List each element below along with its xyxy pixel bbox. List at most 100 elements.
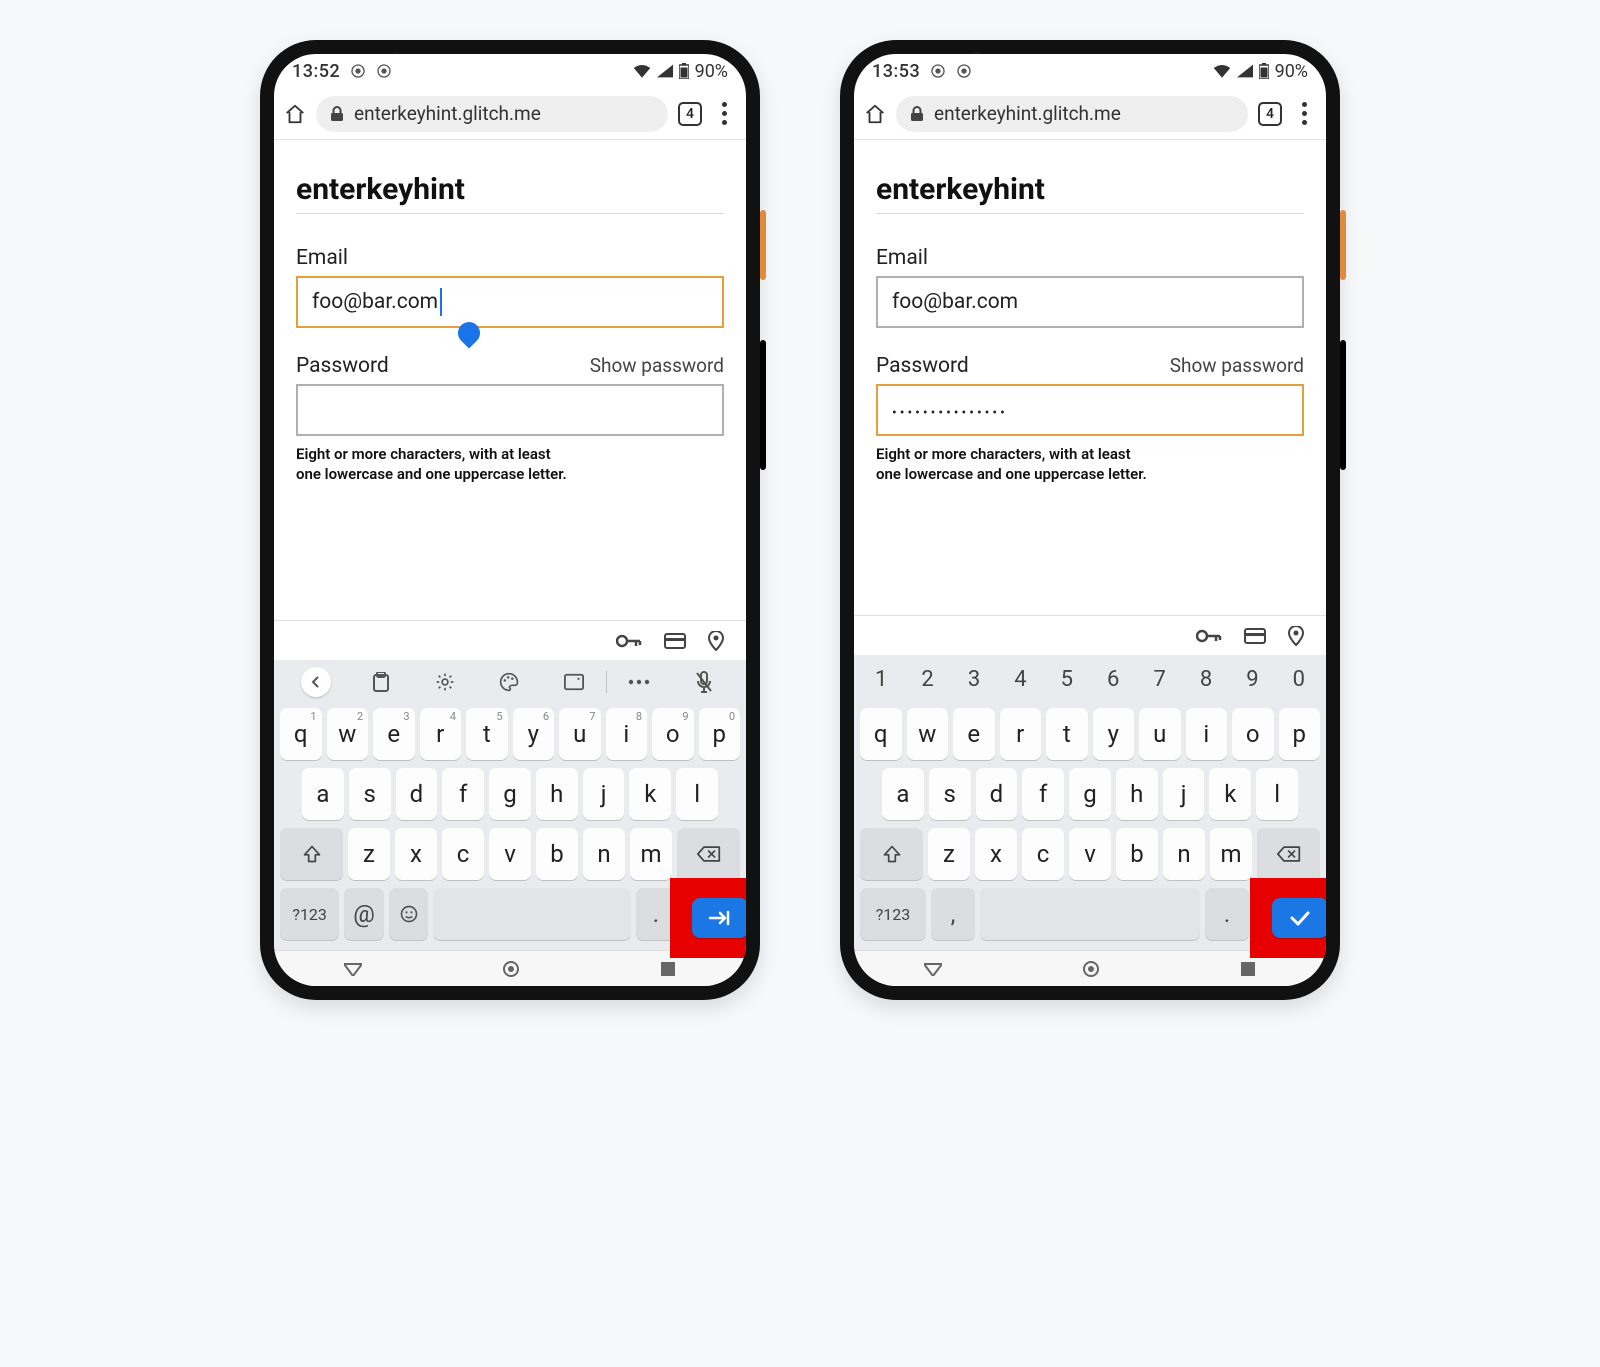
power-button[interactable] bbox=[760, 210, 766, 280]
key-c[interactable]: c bbox=[1022, 828, 1064, 880]
key-p[interactable]: p0 bbox=[699, 708, 741, 760]
gear-icon[interactable] bbox=[413, 672, 477, 692]
key-e[interactable]: e bbox=[953, 708, 995, 760]
symbols-key[interactable]: ?123 bbox=[860, 888, 926, 940]
backspace-key[interactable] bbox=[677, 828, 740, 880]
address-bar[interactable]: enterkeyhint.glitch.me bbox=[316, 96, 668, 132]
address-bar[interactable]: enterkeyhint.glitch.me bbox=[896, 96, 1248, 132]
key-j[interactable]: j bbox=[583, 768, 625, 820]
key-j[interactable]: j bbox=[1163, 768, 1205, 820]
overflow-menu-icon[interactable] bbox=[1292, 102, 1316, 125]
key-u[interactable]: u7 bbox=[559, 708, 601, 760]
email-input[interactable]: foo@bar.com bbox=[296, 276, 724, 328]
key-f[interactable]: f bbox=[1022, 768, 1064, 820]
show-password-toggle[interactable]: Show password bbox=[590, 354, 724, 377]
nav-recent-icon[interactable] bbox=[1240, 961, 1256, 977]
nav-home-icon[interactable] bbox=[502, 960, 520, 978]
key-o[interactable]: o bbox=[1232, 708, 1274, 760]
gif-icon[interactable] bbox=[542, 673, 606, 691]
key-d[interactable]: d bbox=[976, 768, 1018, 820]
key-r[interactable]: r4 bbox=[420, 708, 462, 760]
numkey-5[interactable]: 5 bbox=[1044, 659, 1090, 700]
password-key-icon[interactable] bbox=[616, 633, 642, 649]
mic-off-icon[interactable] bbox=[672, 671, 736, 693]
more-icon[interactable] bbox=[607, 679, 671, 685]
key-f[interactable]: f bbox=[442, 768, 484, 820]
location-pin-icon[interactable] bbox=[1288, 626, 1304, 646]
key-g[interactable]: g bbox=[1069, 768, 1111, 820]
key-v[interactable]: v bbox=[489, 828, 531, 880]
key-v[interactable]: v bbox=[1069, 828, 1111, 880]
key-q[interactable]: q1 bbox=[280, 708, 322, 760]
key-d[interactable]: d bbox=[396, 768, 438, 820]
key-i[interactable]: i8 bbox=[606, 708, 648, 760]
key-s[interactable]: s bbox=[349, 768, 391, 820]
key-h[interactable]: h bbox=[1116, 768, 1158, 820]
numkey-9[interactable]: 9 bbox=[1229, 659, 1275, 700]
numkey-1[interactable]: 1 bbox=[858, 659, 904, 700]
numkey-7[interactable]: 7 bbox=[1136, 659, 1182, 700]
shift-key[interactable] bbox=[860, 828, 923, 880]
key-b[interactable]: b bbox=[536, 828, 578, 880]
password-input[interactable]: ••••••••••••••• bbox=[876, 384, 1304, 436]
key-b[interactable]: b bbox=[1116, 828, 1158, 880]
symbols-key[interactable]: ?123 bbox=[280, 888, 339, 940]
key-m[interactable]: m bbox=[1210, 828, 1252, 880]
enter-key-done[interactable] bbox=[1272, 898, 1326, 938]
nav-back-icon[interactable] bbox=[924, 962, 942, 976]
space-key[interactable] bbox=[433, 888, 631, 940]
palette-icon[interactable] bbox=[477, 672, 541, 692]
numkey-8[interactable]: 8 bbox=[1183, 659, 1229, 700]
nav-home-icon[interactable] bbox=[1082, 960, 1100, 978]
keyboard[interactable]: q1 w2 e3 r4 t5 y6 u7 i8 o9 p0 a s d f g … bbox=[274, 660, 746, 950]
key-w[interactable]: w bbox=[907, 708, 949, 760]
key-n[interactable]: n bbox=[583, 828, 625, 880]
key-s[interactable]: s bbox=[929, 768, 971, 820]
key-q[interactable]: q bbox=[860, 708, 902, 760]
dot-key[interactable]: . bbox=[1205, 888, 1249, 940]
tab-count-button[interactable]: 4 bbox=[1258, 102, 1282, 126]
key-l[interactable]: l bbox=[1256, 768, 1298, 820]
key-o[interactable]: o9 bbox=[652, 708, 694, 760]
backspace-key[interactable] bbox=[1257, 828, 1320, 880]
key-u[interactable]: u bbox=[1139, 708, 1181, 760]
clipboard-icon[interactable] bbox=[348, 672, 412, 692]
key-n[interactable]: n bbox=[1163, 828, 1205, 880]
credit-card-icon[interactable] bbox=[664, 633, 686, 649]
key-m[interactable]: m bbox=[630, 828, 672, 880]
key-z[interactable]: z bbox=[928, 828, 970, 880]
show-password-toggle[interactable]: Show password bbox=[1170, 354, 1304, 377]
key-y[interactable]: y bbox=[1093, 708, 1135, 760]
shift-key[interactable] bbox=[280, 828, 343, 880]
at-key[interactable]: @ bbox=[344, 888, 384, 940]
space-key[interactable] bbox=[980, 888, 1200, 940]
key-p[interactable]: p bbox=[1279, 708, 1321, 760]
key-x[interactable]: x bbox=[975, 828, 1017, 880]
overflow-menu-icon[interactable] bbox=[712, 102, 736, 125]
key-t[interactable]: t bbox=[1046, 708, 1088, 760]
numkey-0[interactable]: 0 bbox=[1276, 659, 1322, 700]
key-r[interactable]: r bbox=[1000, 708, 1042, 760]
nav-back-icon[interactable] bbox=[344, 962, 362, 976]
key-k[interactable]: k bbox=[1209, 768, 1251, 820]
emoji-key[interactable] bbox=[389, 888, 429, 940]
tab-count-button[interactable]: 4 bbox=[678, 102, 702, 126]
home-icon[interactable] bbox=[284, 103, 306, 125]
key-x[interactable]: x bbox=[395, 828, 437, 880]
numkey-2[interactable]: 2 bbox=[904, 659, 950, 700]
credit-card-icon[interactable] bbox=[1244, 628, 1266, 644]
numkey-6[interactable]: 6 bbox=[1090, 659, 1136, 700]
key-c[interactable]: c bbox=[442, 828, 484, 880]
key-a[interactable]: a bbox=[882, 768, 924, 820]
comma-key[interactable]: , bbox=[931, 888, 975, 940]
location-pin-icon[interactable] bbox=[708, 631, 724, 651]
key-e[interactable]: e3 bbox=[373, 708, 415, 760]
password-input[interactable] bbox=[296, 384, 724, 436]
enter-key-next[interactable] bbox=[692, 898, 746, 938]
volume-button[interactable] bbox=[760, 340, 766, 470]
keyboard[interactable]: 1 2 3 4 5 6 7 8 9 0 q w e r t y u i o bbox=[854, 655, 1326, 950]
password-key-icon[interactable] bbox=[1196, 628, 1222, 644]
key-y[interactable]: y6 bbox=[513, 708, 555, 760]
key-t[interactable]: t5 bbox=[466, 708, 508, 760]
volume-button[interactable] bbox=[1340, 340, 1346, 470]
